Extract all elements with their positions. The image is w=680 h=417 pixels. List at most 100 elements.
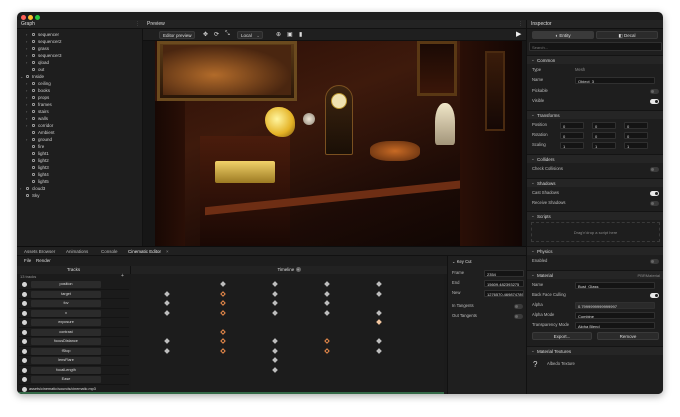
add-track-icon[interactable]: + xyxy=(121,273,124,279)
rotation-y-input[interactable]: 0 xyxy=(592,132,616,139)
track-type-icon[interactable] xyxy=(22,310,27,316)
section-material-textures[interactable]: Material Textures xyxy=(527,346,663,355)
play-icon[interactable]: ▶ xyxy=(516,30,521,38)
track-type-icon[interactable] xyxy=(22,339,27,344)
track-row[interactable]: exposure xyxy=(19,318,129,328)
viewport-scene[interactable] xyxy=(155,41,522,246)
graph-item[interactable]: light5 xyxy=(26,178,49,185)
tab-entity[interactable]: ◐ Entity xyxy=(532,31,594,39)
track-type-icon[interactable] xyxy=(22,377,27,382)
transparency-mode-select[interactable]: Alpha Blend xyxy=(575,322,655,329)
track-type-icon[interactable] xyxy=(22,291,27,297)
graph-item[interactable]: › sequencer xyxy=(26,31,59,38)
tab-console[interactable]: Console xyxy=(97,247,122,256)
section-transforms[interactable]: Transforms xyxy=(527,110,663,119)
position-x-input[interactable]: 0 xyxy=(560,122,584,129)
cast-shadows-toggle[interactable] xyxy=(650,191,659,196)
rotate-icon[interactable]: ⟳ xyxy=(214,31,219,38)
stats-icon[interactable]: ▮ xyxy=(299,31,302,38)
position-y-input[interactable]: 0 xyxy=(592,122,616,129)
timeline-area[interactable] xyxy=(17,274,444,394)
section-shadows[interactable]: Shadows xyxy=(527,178,663,187)
graph-item[interactable]: light4 xyxy=(26,171,49,178)
scaling-y-input[interactable]: 1 xyxy=(592,142,616,149)
graph-item[interactable]: light2 xyxy=(26,157,49,164)
script-drop-zone[interactable]: Drag'n'drop a script here xyxy=(531,222,660,242)
graph-item[interactable]: fire xyxy=(26,143,44,150)
add-timeline-icon[interactable]: + xyxy=(295,267,301,272)
back-face-culling-toggle[interactable] xyxy=(650,293,659,298)
track-row[interactable]: focalLength xyxy=(19,366,129,375)
graph-item[interactable]: light1 xyxy=(26,150,49,157)
panel-options-icon[interactable]: ⋮ xyxy=(518,20,523,29)
track-row[interactable]: x xyxy=(19,309,129,318)
graph-item[interactable]: › corridor xyxy=(26,122,53,129)
graph-item[interactable]: › sequencer3 xyxy=(26,52,62,59)
key-cut-header[interactable]: ⌄ Key Cut xyxy=(452,258,472,266)
end-input[interactable]: 15609.482393275 xyxy=(484,280,524,287)
section-scripts[interactable]: Scripts xyxy=(527,211,663,220)
track-type-icon[interactable] xyxy=(22,320,27,325)
track-row[interactable]: target xyxy=(19,290,129,299)
track-row[interactable]: fStop xyxy=(19,347,129,356)
out-tangents-toggle[interactable] xyxy=(514,314,523,319)
physics-enabled-toggle[interactable] xyxy=(650,259,659,264)
track-row[interactable]: fov xyxy=(19,299,129,309)
check-collisions-toggle[interactable] xyxy=(650,167,659,172)
new-input[interactable]: 1276570.469874789985 xyxy=(484,290,524,297)
alpha-slider[interactable]: 0.7999999999999997 xyxy=(575,302,655,309)
track-type-icon[interactable] xyxy=(22,367,27,373)
tab-cinematic-editor[interactable]: Cinematic Editor xyxy=(124,247,165,256)
space-select[interactable]: Local ⌄ xyxy=(237,31,263,39)
panel-options-icon[interactable]: ⋮ xyxy=(135,20,140,29)
graph-item[interactable]: ⌄ Inside xyxy=(20,73,44,80)
tab-animations[interactable]: Animations xyxy=(62,247,92,256)
graph-item[interactable]: light3 xyxy=(26,164,49,171)
graph-item[interactable]: › grass xyxy=(26,45,49,52)
section-colliders[interactable]: Colliders xyxy=(527,154,663,163)
scaling-z-input[interactable]: 1 xyxy=(624,142,648,149)
graph-item[interactable]: Sky xyxy=(20,192,40,199)
rotation-x-input[interactable]: 0 xyxy=(560,132,584,139)
material-name-input[interactable]: Bust_Glass xyxy=(575,282,655,289)
menu-render[interactable]: Render xyxy=(32,256,55,265)
rotation-z-input[interactable]: 0 xyxy=(624,132,648,139)
graph-item[interactable]: › stairs xyxy=(26,108,49,115)
track-row[interactable]: lensFlare xyxy=(19,356,129,366)
graph-item[interactable]: › books xyxy=(26,87,50,94)
section-material[interactable]: Material PBRMaterial xyxy=(527,270,663,279)
frame-input[interactable]: 2354 xyxy=(484,270,524,277)
name-input[interactable]: Object_3 xyxy=(575,77,655,84)
track-row[interactable]: focusDistance xyxy=(19,337,129,347)
graph-item[interactable]: out xyxy=(26,66,44,73)
pickable-toggle[interactable] xyxy=(650,89,659,94)
scaling-x-input[interactable]: 1 xyxy=(560,142,584,149)
receive-shadows-toggle[interactable] xyxy=(650,201,659,206)
track-type-icon[interactable] xyxy=(22,329,27,335)
inspector-search-input[interactable]: Search... xyxy=(529,42,662,51)
grid-icon[interactable]: ⊕ xyxy=(276,31,281,38)
remove-button[interactable]: Remove xyxy=(597,332,659,340)
scale-icon[interactable]: ⤡ xyxy=(225,31,230,38)
camera-icon[interactable]: ▣ xyxy=(287,31,293,38)
visible-toggle[interactable] xyxy=(650,99,659,104)
graph-item[interactable]: › sequencer2 xyxy=(26,38,62,45)
tab-assets-browser[interactable]: Assets Browser xyxy=(20,247,59,256)
preview-mode-select[interactable]: Editor preview ⌄ xyxy=(159,31,195,39)
track-type-icon[interactable] xyxy=(22,358,27,363)
position-z-input[interactable]: 0 xyxy=(624,122,648,129)
close-tab-icon[interactable]: × xyxy=(162,247,173,256)
graph-item[interactable]: › props xyxy=(26,94,49,101)
track-type-icon[interactable] xyxy=(22,386,27,392)
texture-placeholder-icon[interactable]: ? xyxy=(533,360,542,369)
track-row[interactable]: position xyxy=(19,280,129,290)
graph-item[interactable]: Ambient xyxy=(26,129,55,136)
track-row[interactable]: Ease xyxy=(19,375,129,385)
track-type-icon[interactable] xyxy=(22,301,27,306)
graph-item[interactable]: › qload xyxy=(26,59,49,66)
in-tangents-toggle[interactable] xyxy=(514,304,523,309)
section-common[interactable]: Common xyxy=(527,55,663,64)
graph-item[interactable]: › walls xyxy=(26,115,48,122)
track-row[interactable]: contrast xyxy=(19,328,129,337)
graph-item[interactable]: › frames xyxy=(26,101,52,108)
